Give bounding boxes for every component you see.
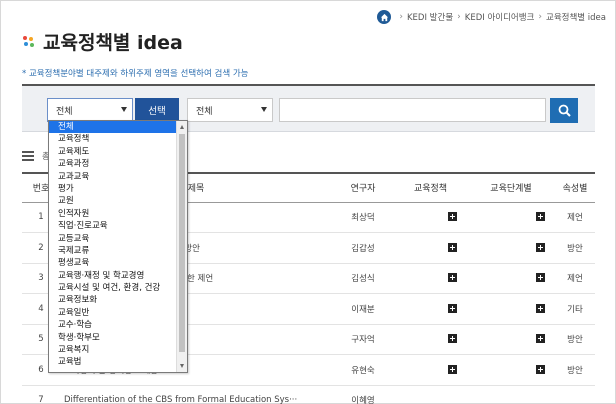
total-count: 총 [22,150,50,162]
plus-icon[interactable] [536,273,545,283]
dropdown-option[interactable]: 교육일반 [49,307,177,319]
category-select-value: 전체 [56,106,73,117]
select-button[interactable]: 선택 [135,98,179,122]
policy-cell [394,354,467,386]
plus-icon[interactable] [536,364,545,374]
policy-cell [394,324,467,355]
plus-icon[interactable] [448,334,457,344]
row-author: 최상덕 [332,202,394,233]
dropdown-option[interactable]: 전체 [49,121,177,134]
plus-icon[interactable] [536,334,545,344]
dropdown-option[interactable]: 교육시설 및 여건, 환경, 건강 [49,282,177,294]
plus-icon[interactable] [536,212,545,222]
list-icon [22,150,34,162]
row-type [555,385,595,404]
col-header-type: 속성별 [555,172,595,203]
scroll-down-arrow-icon[interactable] [180,364,184,368]
dropdown-option[interactable]: 교과교육 [49,171,177,183]
policy-cell [394,293,467,325]
plus-icon[interactable] [448,212,457,222]
level-cell [467,385,555,404]
policy-cell [394,202,467,233]
dropdown-option[interactable]: 교원 [49,195,177,207]
dropdown-scrollbar[interactable] [176,121,187,372]
row-type: 방안 [555,354,595,386]
dropdown-option[interactable]: 교수·학습 [49,319,177,331]
row-type: 제언 [555,202,595,233]
breadcrumb-item[interactable]: KEDI 발간물 [407,11,453,23]
row-author: 이재분 [332,293,394,325]
chevron-right-icon: › [457,12,461,22]
row-author: 구자억 [332,324,394,355]
category-dropdown-list[interactable]: 전체 교육정책 교육제도 교육과정 교과교육 평가 교원 인적자원 직업·진로교육 교등교육 국제교… [48,120,188,373]
plus-icon[interactable] [536,242,545,252]
dropdown-option[interactable]: 평생교육 [49,257,177,269]
subcategory-select[interactable]: 전체 [187,98,273,122]
plus-icon[interactable] [448,273,457,283]
row-type: 기타 [555,293,595,325]
caret-down-icon [261,107,267,112]
plus-icon[interactable] [448,364,457,374]
search-hint: * 교육정책분야별 대주제와 하위주제 영역을 선택하여 검색 가능 [22,69,249,79]
search-icon [558,104,571,117]
level-cell [467,293,555,325]
level-cell [467,202,555,233]
col-header-author: 연구자 [332,172,394,203]
table-row[interactable]: 7 Differentiation of the CBS from Formal… [22,385,595,404]
search-button[interactable] [550,98,578,123]
page-title: 교육정책별 idea [43,32,183,54]
level-cell [467,324,555,355]
plus-icon[interactable] [448,242,457,252]
chevron-right-icon: › [399,12,403,22]
dropdown-option[interactable]: 교육과정 [49,158,177,170]
plus-icon[interactable] [448,303,457,313]
level-cell [467,354,555,386]
caret-down-icon [121,107,127,112]
policy-cell [394,263,467,294]
keyword-input[interactable] [279,98,546,122]
level-cell [467,263,555,294]
row-title-link[interactable]: Differentiation of the CBS from Formal E… [60,385,332,404]
row-author: 김성식 [332,263,394,294]
breadcrumb-item[interactable]: KEDI 아이디어뱅크 [465,11,535,23]
dropdown-option[interactable]: 교육정보화 [49,294,177,306]
row-author: 이혜영 [332,385,394,404]
dropdown-option[interactable]: 인적자원 [49,208,177,220]
dropdown-options: 전체 교육정책 교육제도 교육과정 교과교육 평가 교원 인적자원 직업·진로교육 교등교육 국제교… [49,121,177,369]
dropdown-option[interactable]: 직업·진로교육 [49,220,177,232]
breadcrumb-item-current: 교육정책별 idea [546,13,606,23]
scroll-up-arrow-icon[interactable] [180,125,184,129]
subcategory-select-value: 전체 [196,106,213,117]
row-type: 방안 [555,232,595,264]
col-header-policy: 교육정책 [394,172,467,203]
col-header-level: 교육단계별 [467,172,555,203]
dropdown-option[interactable]: 평가 [49,183,177,195]
dropdown-option[interactable]: 교등교육 [49,233,177,245]
category-select[interactable]: 전체 [47,98,133,122]
policy-cell [394,385,467,404]
home-icon[interactable] [377,10,392,24]
row-type: 제언 [555,263,595,294]
page-header: 교육정책별 idea [23,28,183,55]
level-cell [467,232,555,264]
row-author: 유현숙 [332,354,394,386]
breadcrumb: › KEDI 발간물 › KEDI 아이디어뱅크 › 교육정책별 idea [377,10,606,24]
dropdown-option[interactable]: 국제교류 [49,245,177,257]
plus-icon[interactable] [536,303,545,313]
title-dots-icon [23,35,35,48]
dropdown-option[interactable]: 교육정책 [49,133,177,145]
dropdown-option[interactable]: 교육행·재정 및 학교경영 [49,270,177,282]
dropdown-option[interactable]: 교육복지 [49,344,177,356]
chevron-right-icon: › [538,12,542,22]
row-type: 방안 [555,324,595,355]
row-author: 김갑성 [332,232,394,264]
dropdown-option[interactable]: 교육법 [49,356,177,368]
dropdown-option[interactable]: 교육제도 [49,146,177,158]
row-number: 7 [22,385,60,404]
policy-cell [394,232,467,264]
dropdown-option[interactable]: 학생·학부모 [49,332,177,344]
scrollbar-thumb[interactable] [179,134,185,352]
